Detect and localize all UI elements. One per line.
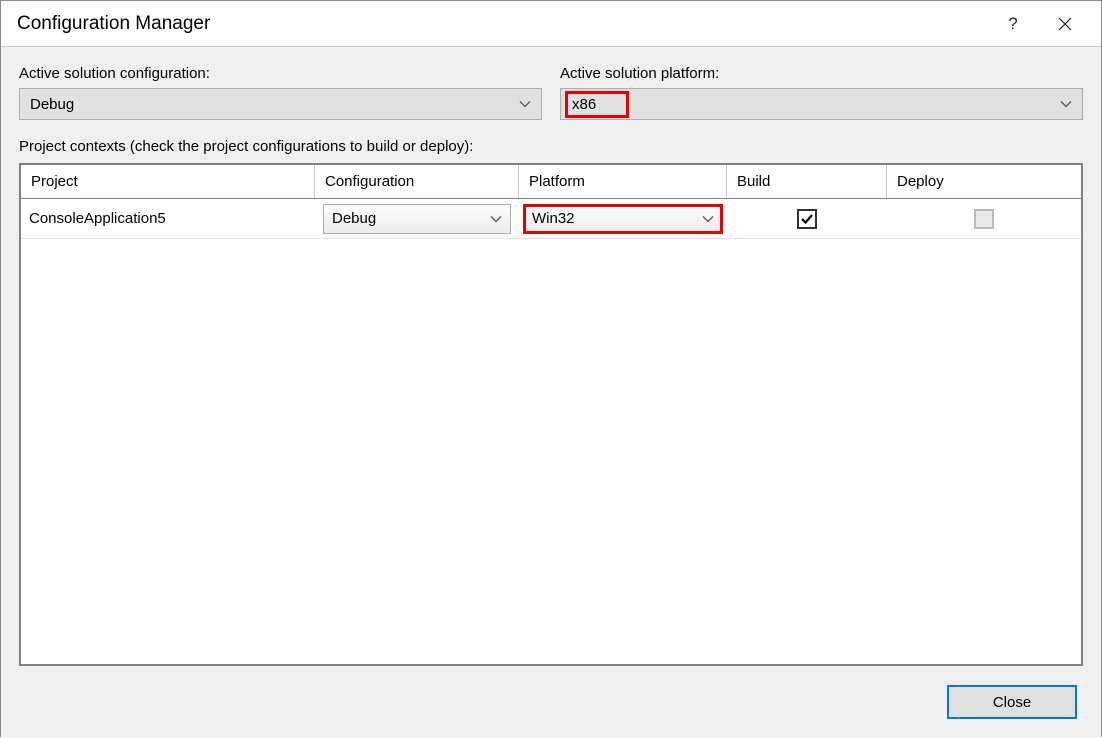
active-config-label: Active solution configuration: bbox=[19, 65, 542, 82]
project-name: ConsoleApplication5 bbox=[29, 210, 166, 227]
top-row: Active solution configuration: Debug Act… bbox=[19, 65, 1083, 120]
help-button[interactable]: ? bbox=[991, 2, 1035, 46]
chevron-down-icon bbox=[490, 215, 502, 223]
cell-build bbox=[727, 199, 887, 238]
window-title: Configuration Manager bbox=[17, 13, 210, 35]
project-contexts-label: Project contexts (check the project conf… bbox=[19, 138, 1083, 155]
configuration-value: Debug bbox=[332, 210, 376, 227]
cell-project: ConsoleApplication5 bbox=[21, 199, 315, 238]
chevron-down-icon bbox=[702, 215, 714, 223]
active-platform-value: x86 bbox=[572, 96, 596, 113]
project-contexts-grid: Project Configuration Platform Build Dep… bbox=[19, 163, 1083, 666]
col-configuration[interactable]: Configuration bbox=[315, 165, 519, 198]
active-config-field: Active solution configuration: Debug bbox=[19, 65, 542, 120]
grid-body: ConsoleApplication5 Debug Win32 bbox=[21, 199, 1081, 239]
content-area: Active solution configuration: Debug Act… bbox=[1, 47, 1101, 666]
close-window-button[interactable] bbox=[1043, 2, 1087, 46]
active-platform-field: Active solution platform: x86 bbox=[560, 65, 1083, 120]
cell-deploy bbox=[887, 199, 1081, 238]
chevron-down-icon bbox=[1060, 100, 1072, 108]
titlebar: Configuration Manager ? bbox=[1, 1, 1101, 47]
table-row: ConsoleApplication5 Debug Win32 bbox=[21, 199, 1081, 239]
checkmark-icon bbox=[800, 212, 814, 226]
col-deploy[interactable]: Deploy bbox=[887, 165, 1081, 198]
close-icon bbox=[1058, 17, 1072, 31]
platform-dropdown[interactable]: Win32 bbox=[523, 204, 723, 234]
grid-header: Project Configuration Platform Build Dep… bbox=[21, 165, 1081, 199]
platform-value: Win32 bbox=[532, 210, 575, 227]
active-platform-label: Active solution platform: bbox=[560, 65, 1083, 82]
col-project[interactable]: Project bbox=[21, 165, 315, 198]
footer: Close bbox=[1, 666, 1101, 738]
deploy-checkbox bbox=[974, 209, 994, 229]
active-config-value: Debug bbox=[30, 96, 74, 113]
active-config-dropdown[interactable]: Debug bbox=[19, 88, 542, 120]
cell-configuration: Debug bbox=[315, 199, 519, 238]
col-platform[interactable]: Platform bbox=[519, 165, 727, 198]
cell-platform: Win32 bbox=[519, 199, 727, 238]
col-build[interactable]: Build bbox=[727, 165, 887, 198]
configuration-dropdown[interactable]: Debug bbox=[323, 204, 511, 234]
build-checkbox[interactable] bbox=[797, 209, 817, 229]
chevron-down-icon bbox=[519, 100, 531, 108]
close-button-label: Close bbox=[993, 694, 1031, 711]
active-platform-dropdown[interactable]: x86 bbox=[560, 88, 1083, 120]
close-button[interactable]: Close bbox=[947, 685, 1077, 719]
